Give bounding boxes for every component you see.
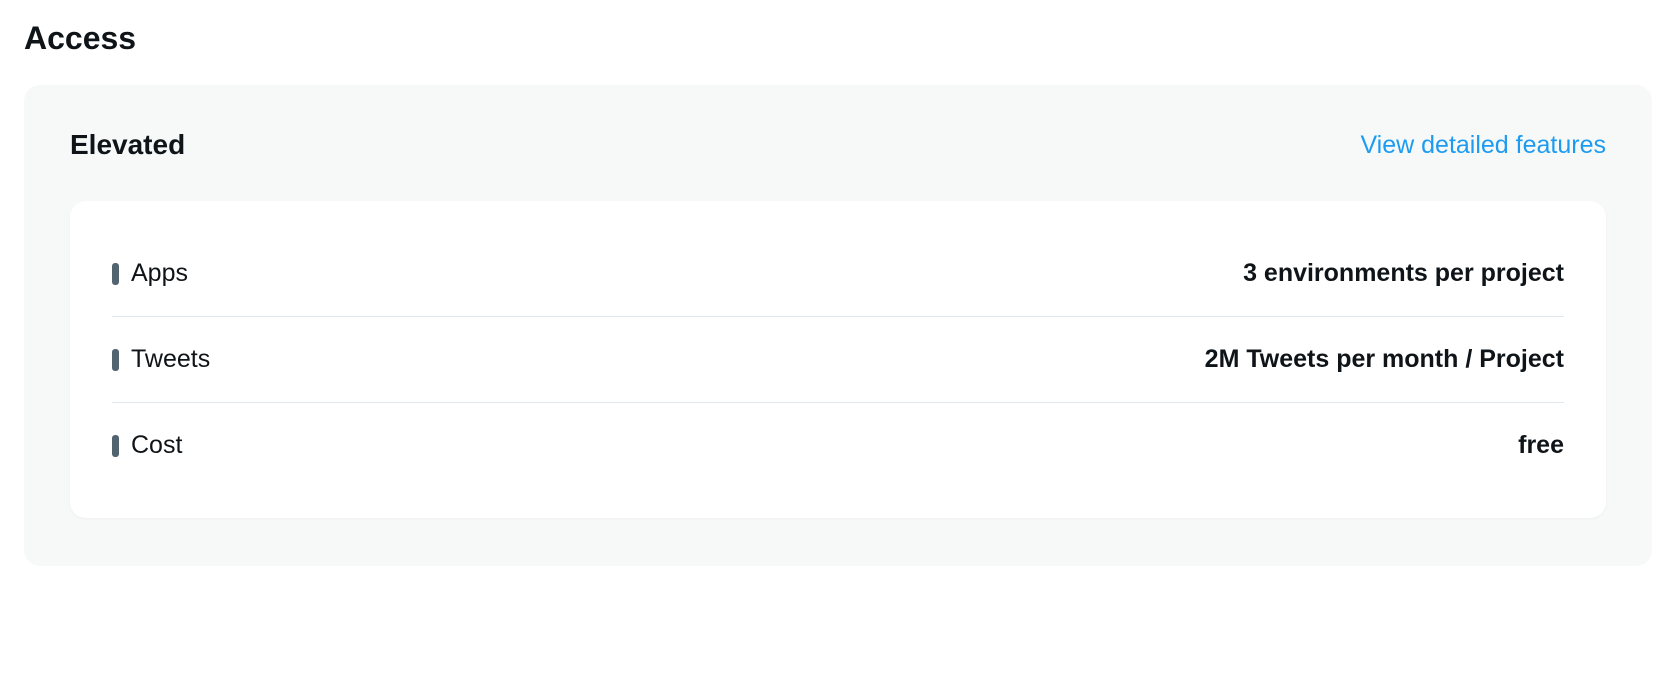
access-panel: Elevated View detailed features Apps 3 e… <box>24 85 1652 566</box>
bullet-icon <box>112 435 119 457</box>
view-detailed-features-link[interactable]: View detailed features <box>1360 131 1606 160</box>
panel-header: Elevated View detailed features <box>70 129 1606 161</box>
feature-label: Apps <box>131 259 188 288</box>
section-title: Access <box>24 20 1652 57</box>
feature-value: free <box>1518 431 1564 460</box>
bullet-icon <box>112 263 119 285</box>
feature-label: Cost <box>131 431 182 460</box>
feature-row-left: Cost <box>112 431 182 460</box>
feature-row-apps: Apps 3 environments per project <box>112 231 1564 317</box>
feature-row-left: Apps <box>112 259 188 288</box>
feature-row-cost: Cost free <box>112 403 1564 488</box>
feature-row-left: Tweets <box>112 345 210 374</box>
tier-name: Elevated <box>70 129 185 161</box>
features-card: Apps 3 environments per project Tweets 2… <box>70 201 1606 518</box>
bullet-icon <box>112 349 119 371</box>
feature-row-tweets: Tweets 2M Tweets per month / Project <box>112 317 1564 403</box>
feature-value: 3 environments per project <box>1243 259 1564 288</box>
feature-label: Tweets <box>131 345 210 374</box>
feature-value: 2M Tweets per month / Project <box>1205 345 1564 374</box>
